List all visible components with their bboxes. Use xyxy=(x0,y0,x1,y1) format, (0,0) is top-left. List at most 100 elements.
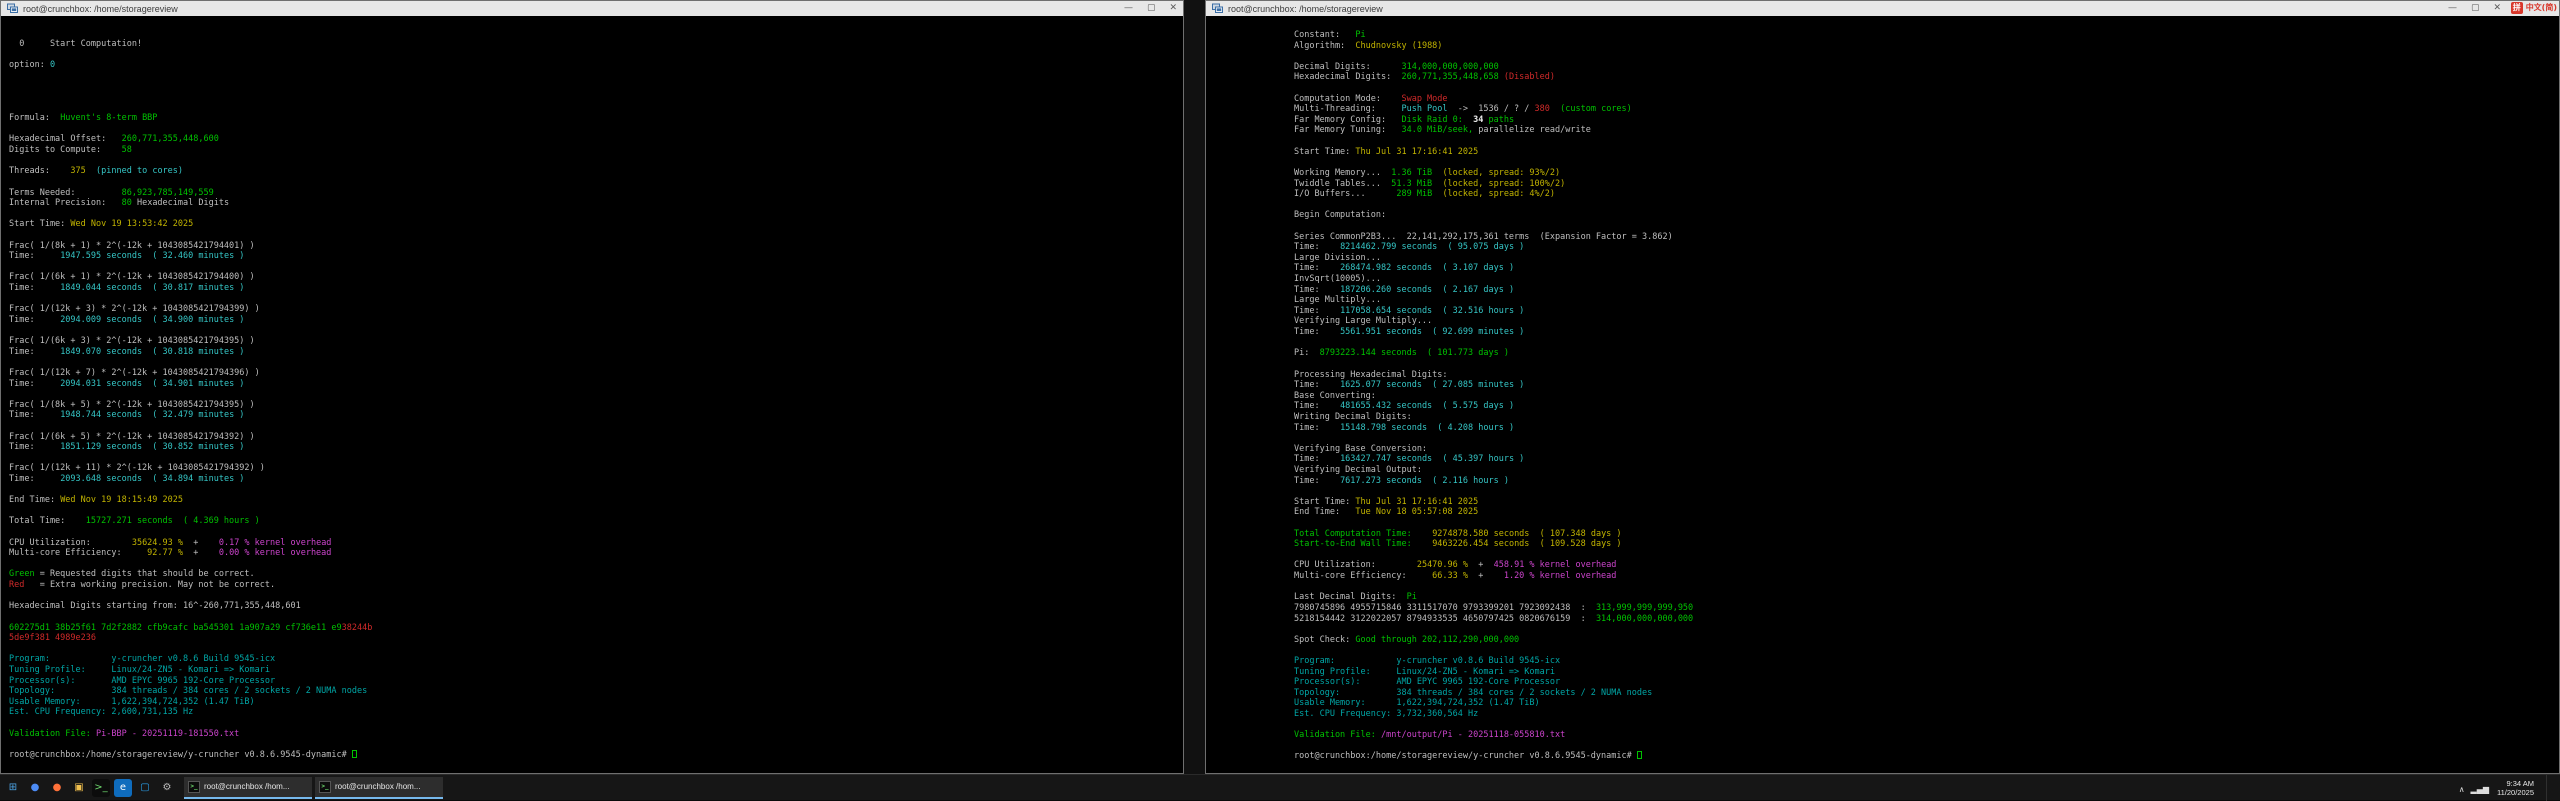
edge-icon[interactable]: e xyxy=(114,779,132,797)
taskbar-clock[interactable]: 9:34 AM 11/20/2025 xyxy=(2497,779,2534,797)
terminal-line: Working Memory... 1.36 TiB (locked, spre… xyxy=(1294,168,2559,179)
terminal-icon: >_ xyxy=(188,781,200,793)
terminal-line: Frac( 1/(6k + 1) * 2^(-12k + 10430854217… xyxy=(9,272,1183,283)
putty-icon xyxy=(7,3,18,14)
terminal-line: Frac( 1/(12k + 3) * 2^(-12k + 1043085421… xyxy=(9,304,1183,315)
browser-icon[interactable]: ● xyxy=(26,779,44,797)
terminal-line: Terms Needed: 86,923,785,149,559 xyxy=(9,188,1183,199)
taskbar: ⊞●●▣>_e▢⚙ >_root@crunchbox /hom...>_root… xyxy=(0,774,2560,800)
terminal-line: 5218154442 3122022057 8794933535 4650797… xyxy=(1294,614,2559,625)
minimize-button[interactable]: — xyxy=(1124,1,1133,16)
terminal-line: Begin Computation: xyxy=(1294,210,2559,221)
desktop: root@crunchbox: /home/storagereview — ▢ … xyxy=(0,0,2560,800)
maximize-button[interactable]: ▢ xyxy=(1147,1,1156,16)
terminal-line xyxy=(1294,221,2559,232)
ime-indicator[interactable]: 拼 中文(简) xyxy=(2511,1,2557,14)
terminal-cursor xyxy=(1637,751,1642,759)
terminal-line: Verifying Base Conversion: xyxy=(1294,444,2559,455)
terminal-line: Spot Check: Good through 202,112,290,000… xyxy=(1294,635,2559,646)
terminal-line xyxy=(9,230,1183,241)
terminal-line xyxy=(9,294,1183,305)
titlebar-right[interactable]: root@crunchbox: /home/storagereview — ▢ … xyxy=(1206,1,2559,16)
terminal-line: Time: 7617.273 seconds ( 2.116 hours ) xyxy=(1294,476,2559,487)
terminal-line: Verifying Decimal Output: xyxy=(1294,465,2559,476)
terminal-output-left[interactable]: 0 Start Computation!option: 0Formula: Hu… xyxy=(1,16,1183,773)
terminal-line: Far Memory Tuning: 34.0 MiB/seek, parall… xyxy=(1294,125,2559,136)
terminal-line xyxy=(9,81,1183,92)
terminal-line: Frac( 1/(8k + 1) * 2^(-12k + 10430854217… xyxy=(9,241,1183,252)
network-icon[interactable]: ▂▄▆ xyxy=(2471,785,2489,794)
terminal-line xyxy=(1294,624,2559,635)
terminal-line: Frac( 1/(12k + 11) * 2^(-12k + 104308542… xyxy=(9,463,1183,474)
terminal-line xyxy=(1294,582,2559,593)
tray-expand-icon[interactable]: ∧ xyxy=(2459,785,2465,794)
terminal-line: Time: 2094.031 seconds ( 34.901 minutes … xyxy=(9,379,1183,390)
terminal-line: Constant: Pi xyxy=(1294,30,2559,41)
terminal-line: CPU Utilization: 25470.96 % + 458.91 % k… xyxy=(1294,560,2559,571)
terminal-line xyxy=(9,209,1183,220)
maximize-button[interactable]: ▢ xyxy=(2471,1,2480,16)
start-icon[interactable]: ⊞ xyxy=(4,779,22,797)
settings-icon[interactable]: ⚙ xyxy=(158,779,176,797)
terminal-line: InvSqrt(10005)... xyxy=(1294,274,2559,285)
terminal-line: Multi-core Efficiency: 92.77 % + 0.00 % … xyxy=(9,548,1183,559)
terminal-line xyxy=(9,71,1183,82)
terminal-line xyxy=(1294,136,2559,147)
terminal-window-left: root@crunchbox: /home/storagereview — ▢ … xyxy=(0,0,1184,774)
terminal-window-right: root@crunchbox: /home/storagereview — ▢ … xyxy=(1205,0,2560,774)
terminal-line: Time: 1849.070 seconds ( 30.818 minutes … xyxy=(9,347,1183,358)
terminal-line xyxy=(9,421,1183,432)
firefox-icon[interactable]: ● xyxy=(48,779,66,797)
terminal-line: Time: 5561.951 seconds ( 92.699 minutes … xyxy=(1294,327,2559,338)
ime-icon[interactable]: 拼 xyxy=(2511,2,2523,14)
taskbar-window-label: root@crunchbox /hom... xyxy=(335,782,421,791)
terminal-line xyxy=(1294,645,2559,656)
terminal-line: Program: y-cruncher v0.8.6 Build 9545-ic… xyxy=(9,654,1183,665)
terminal-line: Algorithm: Chudnovsky (1988) xyxy=(1294,41,2559,52)
terminal-line: Time: 2093.648 seconds ( 34.894 minutes … xyxy=(9,474,1183,485)
terminal-line: Internal Precision: 80 Hexadecimal Digit… xyxy=(9,198,1183,209)
ime-language-label: 中文(简) xyxy=(2526,2,2557,13)
terminal-line: Total Computation Time: 9274878.580 seco… xyxy=(1294,529,2559,540)
show-desktop-button[interactable] xyxy=(2546,775,2550,801)
terminal-line xyxy=(1294,338,2559,349)
terminal-line: Hexadecimal Digits starting from: 16^-26… xyxy=(9,601,1183,612)
terminal-line: option: 0 xyxy=(9,60,1183,71)
terminal-line: Writing Decimal Digits: xyxy=(1294,412,2559,423)
terminal-line: Time: 163427.747 seconds ( 45.397 hours … xyxy=(1294,454,2559,465)
close-button[interactable]: ✕ xyxy=(2493,1,2501,16)
terminal-line: Time: 2094.009 seconds ( 34.900 minutes … xyxy=(9,315,1183,326)
taskbar-window-buttons: >_root@crunchbox /hom...>_root@crunchbox… xyxy=(184,777,443,799)
terminal-line: Est. CPU Frequency: 3,732,360,564 Hz xyxy=(1294,709,2559,720)
terminal-line: Hexadecimal Digits: 260,771,355,448,658 … xyxy=(1294,72,2559,83)
terminal-line xyxy=(9,103,1183,114)
files-icon[interactable]: ▣ xyxy=(70,779,88,797)
terminal-line xyxy=(1294,518,2559,529)
minimize-button[interactable]: — xyxy=(2448,1,2457,16)
terminal-icon[interactable]: >_ xyxy=(92,779,110,797)
terminal-line: Formula: Huvent's 8-term BBP xyxy=(9,113,1183,124)
terminal-line: Topology: 384 threads / 384 cores / 2 so… xyxy=(1294,688,2559,699)
terminal-line: Base Converting: xyxy=(1294,391,2559,402)
terminal-line: End Time: Wed Nov 19 18:15:49 2025 xyxy=(9,495,1183,506)
terminal-line xyxy=(9,453,1183,464)
taskbar-app-icons: ⊞●●▣>_e▢⚙ xyxy=(0,779,176,797)
terminal-line xyxy=(9,262,1183,273)
taskbar-window-button[interactable]: >_root@crunchbox /hom... xyxy=(315,777,443,799)
terminal-line: 602275d1 38b25f61 7d2f2882 cfb9cafc ba54… xyxy=(9,623,1183,634)
terminal-line: Large Multiply... xyxy=(1294,295,2559,306)
titlebar-left[interactable]: root@crunchbox: /home/storagereview — ▢ … xyxy=(1,1,1183,16)
terminal-line: Twiddle Tables... 51.3 MiB (locked, spre… xyxy=(1294,179,2559,190)
taskbar-window-button[interactable]: >_root@crunchbox /hom... xyxy=(184,777,312,799)
terminal-line: Digits to Compute: 58 xyxy=(9,145,1183,156)
terminal-line: Verifying Large Multiply... xyxy=(1294,316,2559,327)
close-button[interactable]: ✕ xyxy=(1169,1,1177,16)
terminal-line xyxy=(9,644,1183,655)
terminal-line: Start Time: Thu Jul 31 17:16:41 2025 xyxy=(1294,147,2559,158)
terminal-line xyxy=(1294,741,2559,752)
terminal-line: Time: 481655.432 seconds ( 5.575 days ) xyxy=(1294,401,2559,412)
terminal-output-right[interactable]: Constant: PiAlgorithm: Chudnovsky (1988)… xyxy=(1206,16,2559,773)
code-icon[interactable]: ▢ xyxy=(136,779,154,797)
terminal-line xyxy=(1294,486,2559,497)
clock-time: 9:34 AM xyxy=(2497,779,2534,788)
